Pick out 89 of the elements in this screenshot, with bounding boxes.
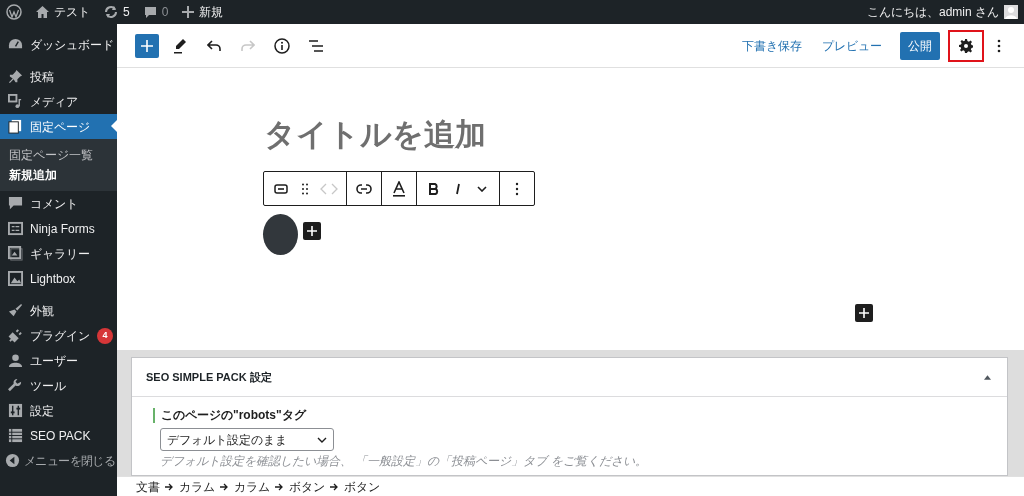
count-badge: 4 [97, 327, 113, 344]
wordpress-logo[interactable] [6, 4, 22, 20]
sidebar-item[interactable]: 投稿 [0, 64, 117, 89]
sidebar-item[interactable]: ツール [0, 373, 117, 398]
title-field[interactable]: タイトルを追加 [264, 112, 486, 159]
user-icon [8, 353, 23, 368]
account-link[interactable]: こんにちは、admin さん [866, 3, 1018, 21]
pointer-icon [111, 120, 117, 132]
kebab-icon [997, 38, 1001, 53]
form-icon [8, 221, 23, 236]
plug-icon [8, 328, 23, 343]
info-icon [274, 37, 290, 54]
wrench-icon [8, 378, 23, 393]
sidebar-item[interactable]: コメント [0, 191, 117, 216]
breadcrumb-link[interactable]: ボタン [289, 477, 325, 496]
arrows-icon [320, 182, 338, 195]
arrow-icon [275, 482, 284, 491]
sidebar-item[interactable]: プラグイン 4 [0, 323, 117, 348]
pages-icon [8, 119, 23, 134]
plus-icon [859, 308, 869, 318]
add-block-button[interactable] [135, 33, 159, 58]
plus-icon [141, 39, 153, 52]
gallery-icon [8, 246, 23, 261]
sidebar-item[interactable]: メディア [0, 89, 117, 114]
sidebar-item[interactable]: ダッシュボード [0, 32, 117, 57]
drag-icon [302, 182, 308, 195]
panel-title: SEO SIMPLE PACK 設定 [146, 369, 272, 385]
add-block-button[interactable] [303, 222, 321, 240]
sync-icon [104, 5, 118, 19]
plus-icon [307, 226, 317, 236]
caret-up-icon [983, 374, 991, 380]
text-color-icon [392, 180, 406, 197]
field-label: このページの"robots"タグ [153, 408, 986, 423]
comment-icon [8, 196, 23, 211]
save-draft-link[interactable]: 下書き保存 [736, 32, 808, 59]
brush-icon [8, 303, 23, 318]
arrow-icon [165, 482, 174, 491]
sliders-icon [8, 403, 23, 418]
comment-icon [143, 5, 157, 19]
breadcrumb-link[interactable]: カラム [234, 477, 270, 496]
comments-link[interactable]: 0 [143, 3, 169, 21]
list-icon [8, 428, 23, 443]
button-block[interactable] [263, 214, 298, 255]
home-icon [36, 6, 49, 18]
collapse-menu-button[interactable]: メニューを閉じる [0, 448, 117, 473]
pencil-icon [173, 37, 187, 54]
sidebar-item[interactable]: ギャラリー [0, 241, 117, 266]
updates-link[interactable]: 5 [104, 3, 130, 21]
collapse-icon [5, 453, 20, 468]
publish-button[interactable]: 公開 [900, 31, 940, 60]
image-icon [8, 271, 23, 286]
sidebar-item[interactable]: 外観 [0, 298, 117, 323]
undo-icon [207, 39, 221, 52]
arrow-icon [330, 482, 339, 491]
submenu-item[interactable]: 固定ページ一覧 [0, 145, 117, 165]
italic-icon [454, 182, 462, 195]
sidebar-item[interactable]: Lightbox [0, 266, 117, 291]
logo-icon [6, 4, 22, 20]
sidebar-item[interactable]: 固定ページ [0, 114, 117, 139]
media-icon [8, 94, 23, 109]
kebab-icon [515, 181, 519, 196]
button-block-icon [274, 183, 288, 194]
sidebar-item[interactable]: Ninja Forms [0, 216, 117, 241]
save-draft-link[interactable]: プレビュー [816, 32, 888, 59]
breadcrumb-link[interactable]: 文書 [136, 477, 160, 496]
breadcrumb-link[interactable]: ボタン [344, 477, 380, 496]
link-icon [356, 183, 372, 194]
settings-link[interactable]: 「一般設定」の「投稿ページ」タブ [355, 454, 548, 468]
breadcrumb-link[interactable]: カラム [179, 477, 215, 496]
settings-icon [959, 38, 973, 53]
chevron-icon [317, 436, 327, 443]
list-icon [308, 38, 324, 53]
plus-icon [182, 6, 195, 18]
bold-icon [429, 182, 439, 195]
settings-button[interactable] [948, 29, 984, 62]
add-block-button[interactable] [855, 304, 873, 322]
sidebar-item[interactable]: ユーザー [0, 348, 117, 373]
avatar-icon [1004, 5, 1018, 19]
redo-icon [241, 39, 255, 52]
select-field[interactable]: デフォルト設定のまま [160, 428, 334, 451]
pin-icon [8, 69, 23, 84]
sidebar-item[interactable]: 設定 [0, 398, 117, 423]
hint-text: デフォルト設定を確認したい場合、 「一般設定」の「投稿ページ」タブ をご覧ください。 [160, 454, 648, 468]
new-link[interactable]: 新規 [182, 3, 224, 21]
submenu-item[interactable]: 新規追加 [0, 165, 117, 185]
chevron-icon [477, 185, 487, 192]
site-link[interactable]: テスト [36, 3, 90, 21]
sidebar-item[interactable]: SEO PACK [0, 423, 117, 448]
arrow-icon [220, 482, 229, 491]
